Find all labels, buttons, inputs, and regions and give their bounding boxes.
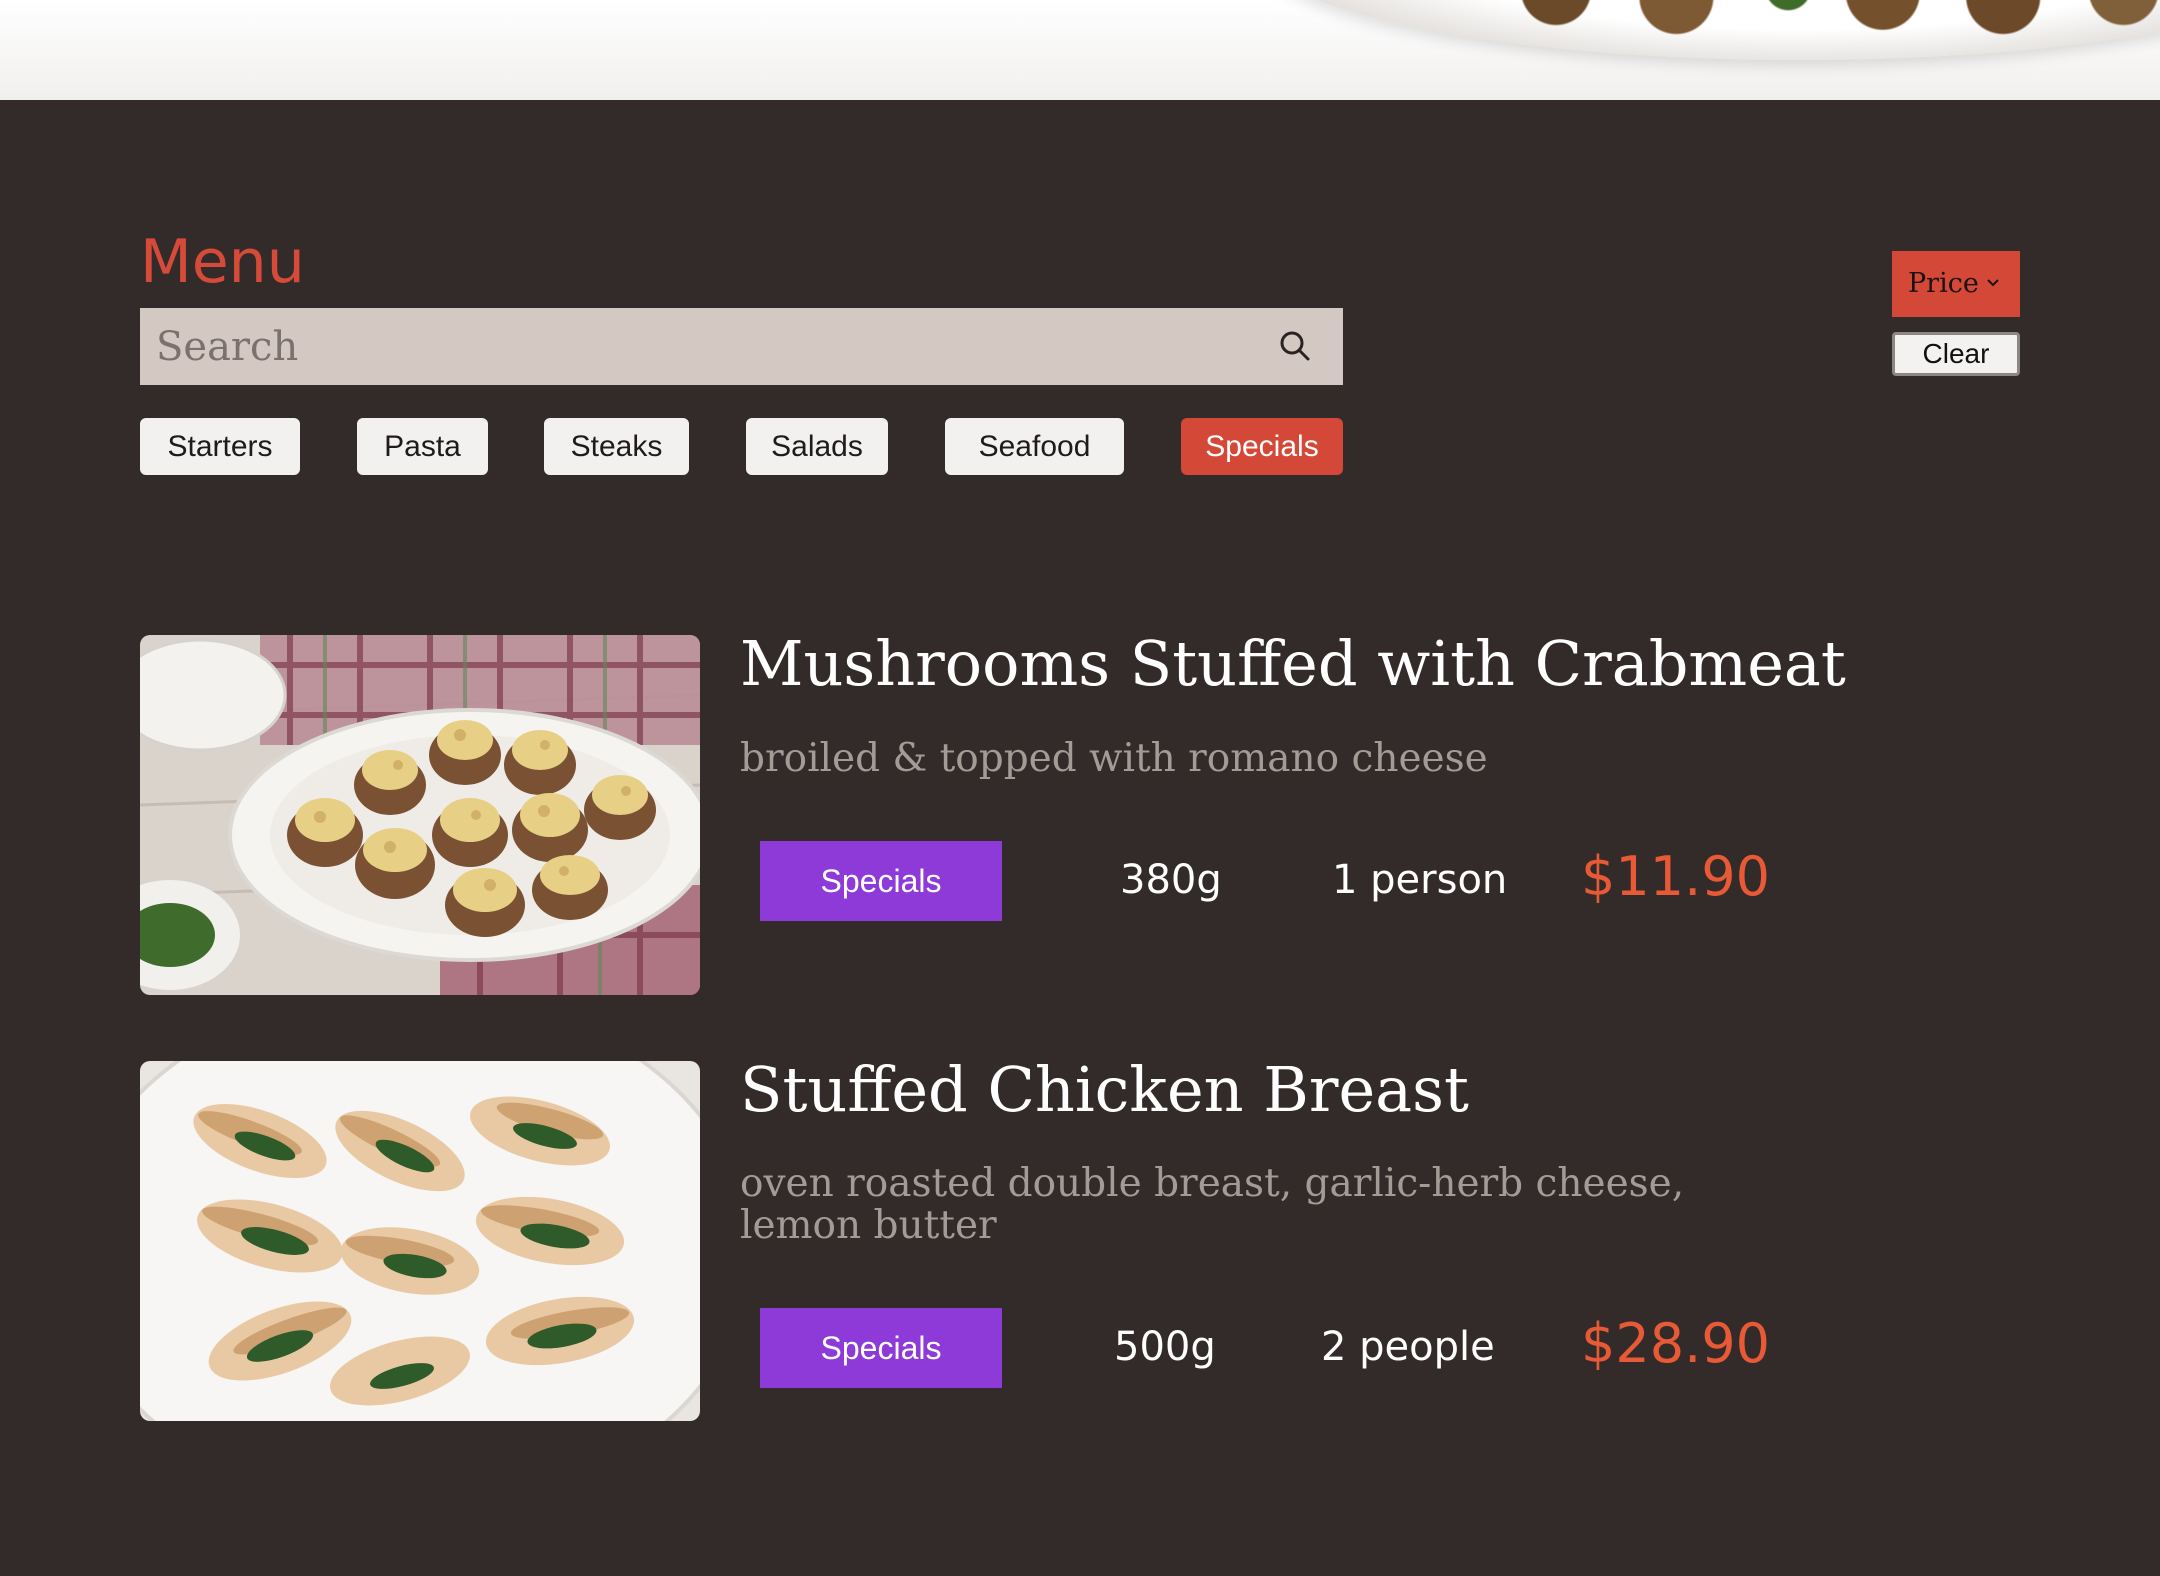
search-bar[interactable] xyxy=(140,308,1343,385)
clear-button[interactable]: Clear xyxy=(1892,332,2020,376)
item-price: $28.90 xyxy=(1581,1312,1770,1375)
search-icon[interactable] xyxy=(1277,328,1313,364)
item-serves: 1 person xyxy=(1332,857,1508,903)
search-input[interactable] xyxy=(140,308,1240,385)
hero-food xyxy=(1470,0,2160,60)
page-title: Menu xyxy=(140,227,305,297)
category-button-salads[interactable]: Salads xyxy=(746,418,888,475)
item-description: broiled & topped with romano cheese xyxy=(740,736,1488,781)
item-serves: 2 people xyxy=(1321,1324,1495,1370)
item-image-mushrooms xyxy=(140,635,700,995)
price-sort-button[interactable]: Price xyxy=(1892,251,2020,317)
category-button-seafood[interactable]: Seafood xyxy=(945,418,1124,475)
item-weight: 500g xyxy=(1114,1324,1216,1370)
category-button-specials[interactable]: Specials xyxy=(1181,418,1343,475)
item-weight: 380g xyxy=(1120,857,1222,903)
item-tag-specials[interactable]: Specials xyxy=(760,841,1002,921)
item-tag-specials[interactable]: Specials xyxy=(760,1308,1002,1388)
item-description: oven roasted double breast, garlic-herb … xyxy=(740,1161,1685,1248)
category-button-starters[interactable]: Starters xyxy=(140,418,300,475)
hero-banner-image xyxy=(0,0,2160,100)
price-sort-label: Price xyxy=(1908,268,1979,299)
item-name: Stuffed Chicken Breast xyxy=(740,1053,1469,1126)
item-price: $11.90 xyxy=(1581,845,1770,908)
item-image-chicken xyxy=(140,1061,700,1421)
category-button-pasta[interactable]: Pasta xyxy=(357,418,488,475)
item-name: Mushrooms Stuffed with Crabmeat xyxy=(740,627,1846,700)
category-button-steaks[interactable]: Steaks xyxy=(544,418,689,475)
chevron-down-icon xyxy=(1987,279,1999,287)
